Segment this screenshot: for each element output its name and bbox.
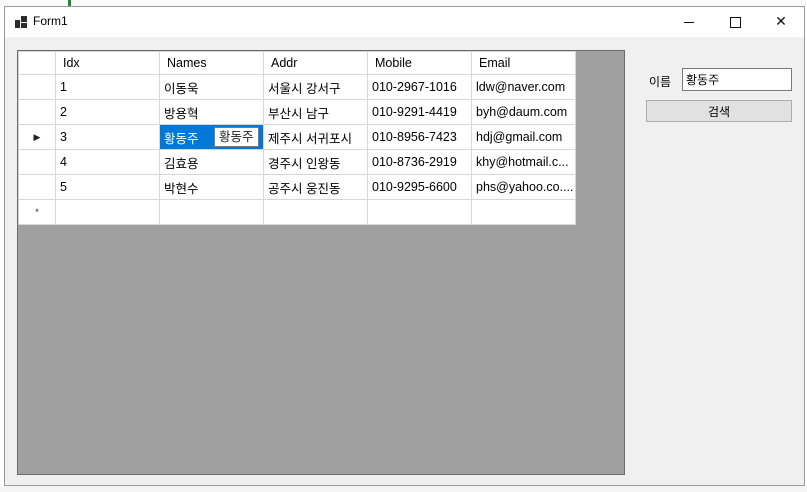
cell-mobile[interactable]: 010-8736-2919 [367, 149, 472, 175]
cell-addr[interactable]: 경주시 인왕동 [263, 149, 368, 175]
cell-name[interactable]: 이동욱 [159, 74, 264, 100]
table-row[interactable]: 5 박현수 공주시 웅진동 010-9295-6600 phs@yahoo.co… [18, 174, 576, 200]
name-input[interactable] [682, 68, 792, 91]
table-row[interactable]: 2 방용혁 부산시 남구 010-9291-4419 byh@daum.com [18, 99, 576, 125]
form-app-icon [15, 16, 27, 28]
cell-mobile[interactable]: 010-9291-4419 [367, 99, 472, 125]
cell-mobile[interactable] [367, 199, 472, 225]
minimize-icon [684, 21, 694, 23]
cell-edit-overlay[interactable]: 황동주 [214, 127, 259, 147]
close-icon: ✕ [775, 14, 787, 30]
cell-idx[interactable]: 3 [55, 124, 160, 150]
maximize-button[interactable] [712, 7, 758, 37]
table-row[interactable]: 4 김효용 경주시 인왕동 010-8736-2919 khy@hotmail.… [18, 149, 576, 175]
row-header[interactable] [18, 149, 56, 175]
new-row-indicator-icon[interactable]: * [18, 199, 56, 225]
cell-email[interactable]: phs@yahoo.co.... [471, 174, 576, 200]
row-header[interactable] [18, 174, 56, 200]
top-left-header-cell[interactable] [18, 51, 56, 75]
row-header[interactable] [18, 99, 56, 125]
cell-name[interactable]: 방용혁 [159, 99, 264, 125]
cell-name[interactable]: 김효용 [159, 149, 264, 175]
cell-idx[interactable]: 1 [55, 74, 160, 100]
new-row[interactable]: * [18, 199, 576, 225]
data-grid-view[interactable]: Idx Names Addr Mobile Email 1 이동욱 서울시 강서… [17, 50, 625, 475]
cell-addr[interactable]: 서울시 강서구 [263, 74, 368, 100]
cell-name-selected[interactable]: 황동주 황동주 [159, 124, 264, 150]
column-header-mobile[interactable]: Mobile [367, 51, 472, 75]
cell-idx[interactable]: 5 [55, 174, 160, 200]
cell-idx[interactable]: 2 [55, 99, 160, 125]
cell-email[interactable]: byh@daum.com [471, 99, 576, 125]
column-header-addr[interactable]: Addr [263, 51, 368, 75]
cell-addr[interactable] [263, 199, 368, 225]
table-row[interactable]: 1 이동욱 서울시 강서구 010-2967-1016 ldw@naver.co… [18, 74, 576, 100]
cell-addr[interactable]: 부산시 남구 [263, 99, 368, 125]
cell-email[interactable]: khy@hotmail.c... [471, 149, 576, 175]
column-header-row: Idx Names Addr Mobile Email [18, 51, 576, 75]
column-header-idx[interactable]: Idx [55, 51, 160, 75]
taskbar-edge [0, 486, 807, 492]
cell-email[interactable] [471, 199, 576, 225]
cell-mobile[interactable]: 010-8956-7423 [367, 124, 472, 150]
cell-idx[interactable]: 4 [55, 149, 160, 175]
data-grid-table: Idx Names Addr Mobile Email 1 이동욱 서울시 강서… [18, 51, 576, 225]
cell-addr[interactable]: 공주시 웅진동 [263, 174, 368, 200]
cell-mobile[interactable]: 010-2967-1016 [367, 74, 472, 100]
cell-idx[interactable] [55, 199, 160, 225]
title-bar[interactable]: Form1 ✕ [5, 7, 804, 37]
row-header[interactable] [18, 74, 56, 100]
cell-email[interactable]: ldw@naver.com [471, 74, 576, 100]
cell-email[interactable]: hdj@gmail.com [471, 124, 576, 150]
cell-name[interactable] [159, 199, 264, 225]
minimize-button[interactable] [666, 7, 712, 37]
current-row-indicator-icon[interactable]: ▶ [18, 124, 56, 150]
form-window: Form1 ✕ Idx Names Addr Mobile Email 1 이동… [4, 6, 805, 486]
close-button[interactable]: ✕ [758, 7, 804, 37]
cell-mobile[interactable]: 010-9295-6600 [367, 174, 472, 200]
search-button[interactable]: 검색 [646, 100, 792, 122]
cell-name[interactable]: 박현수 [159, 174, 264, 200]
name-label: 이름 [649, 75, 672, 89]
window-title: Form1 [33, 14, 68, 28]
table-row-current[interactable]: ▶ 3 황동주 황동주 제주시 서귀포시 010-8956-7423 hdj@g… [18, 124, 576, 150]
maximize-icon [729, 16, 741, 28]
column-header-email[interactable]: Email [471, 51, 576, 75]
column-header-names[interactable]: Names [159, 51, 264, 75]
cell-name-text: 황동주 [164, 131, 199, 146]
cell-addr[interactable]: 제주시 서귀포시 [263, 124, 368, 150]
